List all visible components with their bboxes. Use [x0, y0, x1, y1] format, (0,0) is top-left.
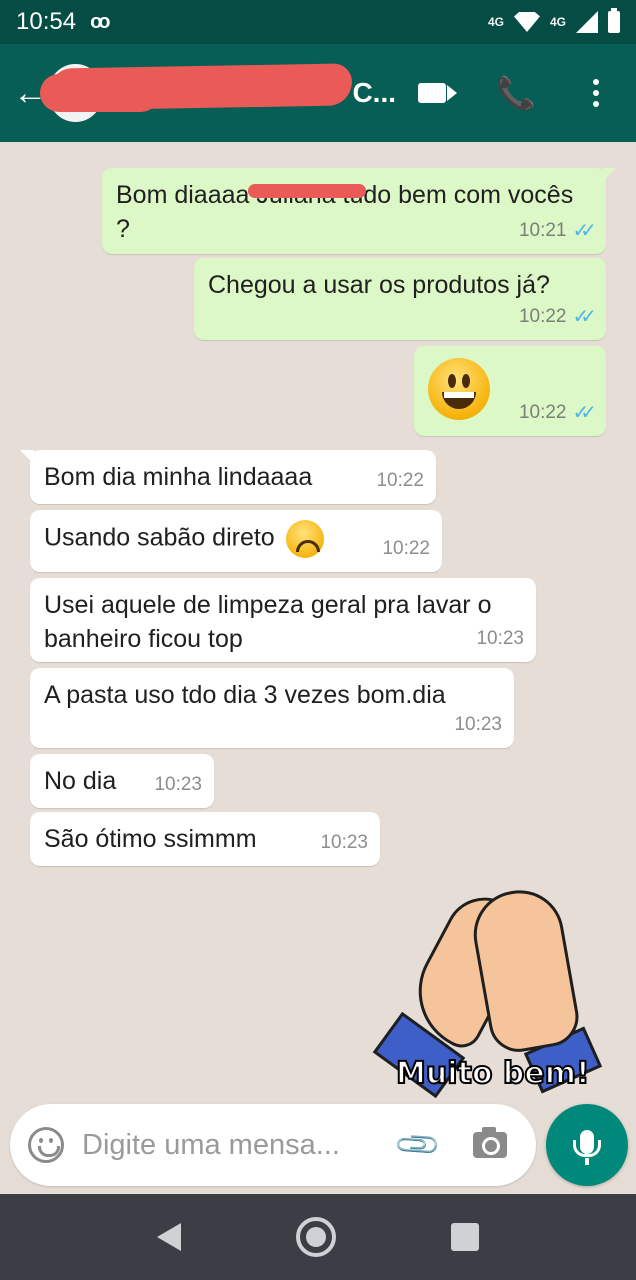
phone-icon: 📞: [496, 75, 536, 111]
message-time: 10:23: [476, 628, 524, 649]
message-input[interactable]: [82, 1128, 382, 1162]
message-time: 10:22: [518, 402, 567, 423]
emoji-button[interactable]: [10, 1104, 82, 1186]
video-call-icon: [418, 83, 446, 103]
message-time: 10:23: [454, 714, 502, 735]
sticker-caption: Muito bem!: [395, 1055, 591, 1092]
message-incoming[interactable]: Bom dia minha lindaaaa 10:22: [20, 450, 436, 504]
chat-header: ← C... 📞: [0, 44, 636, 142]
redaction-mark: [49, 63, 353, 111]
message-incoming[interactable]: Usando sabão direto 10:22: [30, 510, 442, 572]
redaction-mark: [248, 184, 366, 198]
message-outgoing-emoji[interactable]: 10:22 ✓✓: [414, 346, 606, 436]
voicemail-icon: oo: [90, 10, 111, 33]
message-meta: 10:22: [376, 464, 424, 498]
system-navigation-bar: [0, 1194, 636, 1280]
nav-recents-icon[interactable]: [450, 1223, 479, 1251]
voice-message-button[interactable]: [546, 1104, 628, 1186]
microphone-icon: [573, 1130, 601, 1165]
upside-down-face-emoji-icon: [285, 520, 324, 558]
grinning-face-emoji-icon: [428, 358, 490, 420]
network-type-label: 4G: [487, 15, 504, 29]
message-composer: 📎: [10, 1104, 536, 1186]
clapping-hands-sticker[interactable]: Muito bem!: [372, 883, 604, 1099]
message-meta: 10:21 ✓✓: [518, 214, 597, 248]
message-meta: 10:22 ✓✓: [518, 300, 597, 334]
message-incoming[interactable]: No dia 10:23: [30, 754, 214, 808]
message-text: Usei aquele de limpeza geral pra lavar o…: [44, 591, 492, 653]
message-text: Bom dia minha lindaaaa: [44, 463, 313, 491]
message-incoming[interactable]: Usei aquele de limpeza geral pra lavar o…: [30, 578, 536, 662]
message-meta: 10:23: [476, 622, 524, 656]
read-ticks-icon: ✓✓: [572, 306, 596, 328]
read-ticks-icon: ✓✓: [572, 402, 596, 424]
message-outgoing[interactable]: Bom diaaaa Juliana tudo bem com vocês ? …: [102, 168, 616, 254]
message-meta: 10:23: [154, 768, 202, 802]
network-type-label-2: 4G: [549, 15, 566, 29]
message-time: 10:22: [376, 470, 424, 491]
message-text: Usando sabão direto: [44, 523, 275, 552]
message-text: São ótimo ssimmm: [44, 825, 257, 853]
chat-messages[interactable]: Bom diaaaa Juliana tudo bem com vocês ? …: [0, 142, 636, 1102]
battery-icon: [608, 8, 620, 33]
paperclip-icon: 📎: [393, 1120, 443, 1170]
message-text: No dia: [44, 767, 117, 795]
message-text: Chegou a usar os produtos já?: [208, 271, 550, 299]
message-meta: 10:23: [320, 826, 368, 860]
more-vert-icon: [593, 79, 599, 107]
signal-icon: [576, 11, 598, 33]
read-ticks-icon: ✓✓: [572, 220, 596, 242]
camera-icon: [473, 1127, 507, 1158]
message-meta: 10:22 ✓✓: [518, 396, 597, 430]
nav-home-icon[interactable]: [295, 1217, 336, 1257]
header-actions: 📞: [396, 44, 636, 142]
status-time: 10:54: [16, 8, 77, 35]
message-outgoing[interactable]: Chegou a usar os produtos já? 10:22 ✓✓: [194, 258, 606, 340]
clapping-hand-icon: [466, 883, 584, 1057]
status-bar: 10:54 oo 4G 4G: [0, 0, 636, 44]
nav-back-icon[interactable]: [157, 1223, 182, 1251]
video-call-button[interactable]: [396, 44, 476, 142]
message-time: 10:21: [518, 220, 567, 241]
emoji-icon: [28, 1127, 64, 1163]
voice-call-button[interactable]: 📞: [476, 44, 556, 142]
message-time: 10:23: [154, 774, 202, 795]
message-time: 10:23: [320, 832, 368, 853]
message-time: 10:22: [518, 306, 567, 327]
status-icons: 4G 4G: [487, 8, 620, 33]
more-options-button[interactable]: [556, 44, 636, 142]
message-meta: 10:23: [454, 708, 502, 742]
message-incoming[interactable]: A pasta uso tdo dia 3 vezes bom.dia 10:2…: [30, 668, 514, 748]
message-text: A pasta uso tdo dia 3 vezes bom.dia: [44, 681, 446, 709]
wifi-icon: [513, 12, 540, 32]
message-incoming[interactable]: São ótimo ssimmm 10:23: [30, 812, 380, 866]
message-time: 10:22: [382, 538, 430, 559]
message-meta: 10:22: [382, 532, 430, 566]
